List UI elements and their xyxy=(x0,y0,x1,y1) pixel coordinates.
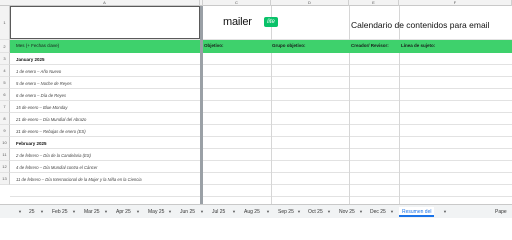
row-number[interactable]: 5 xyxy=(0,77,10,89)
tab-dropdown-icon[interactable]: ▼ xyxy=(390,207,394,217)
tab-dropdown-icon[interactable]: ▼ xyxy=(104,207,108,217)
tab-dropdown-icon[interactable]: ▼ xyxy=(359,207,363,217)
key-date: 31 de enero – Rebajas de enero (ES) xyxy=(16,129,86,134)
tab-dropdown-icon[interactable]: ▼ xyxy=(297,207,301,217)
header-cell-target-group: Grupo objetivo: xyxy=(272,43,306,48)
table-row[interactable] xyxy=(10,137,512,149)
table-row[interactable] xyxy=(10,101,512,113)
header-cell-month: Mes (+ Fechas clave) xyxy=(16,43,60,48)
tab-dropdown-icon[interactable]: ▼ xyxy=(40,207,44,217)
key-date: 5 de enero – Noche de Reyes xyxy=(16,81,72,86)
table-row[interactable] xyxy=(10,65,512,77)
tab-dropdown-icon[interactable]: ▼ xyxy=(327,207,331,217)
column-divider xyxy=(349,6,350,204)
key-date: 2 de febrero – Día de la Candelaria (ES) xyxy=(16,153,91,158)
mailerlite-logo: mailer xyxy=(223,16,252,28)
key-date: 21 de enero – Día Mundial del Abrazo xyxy=(16,117,87,122)
row-number[interactable]: 7 xyxy=(0,101,10,113)
sheet-tab[interactable]: Nov 25 xyxy=(339,207,355,217)
row-number[interactable]: 4 xyxy=(0,65,10,77)
tab-dropdown-icon[interactable]: ▼ xyxy=(232,207,236,217)
row-number[interactable]: 6 xyxy=(0,89,10,101)
row-number[interactable]: 13 xyxy=(0,173,10,185)
header-row[interactable]: Mes (+ Fechas clave) Objetivo: Grupo obj… xyxy=(10,40,512,53)
key-date: 1 de enero – Año Nuevo xyxy=(16,69,62,74)
month-heading: February 2025 xyxy=(16,141,47,146)
row-number[interactable]: 3 xyxy=(0,53,10,65)
header-cell-subject-line: Línea de sujeto: xyxy=(401,43,436,48)
sheet-tab[interactable]: Mar 25 xyxy=(84,207,100,217)
mailerlite-logo-badge: lite xyxy=(264,17,278,27)
key-date: 4 de febrero – Día Mundial contra el Cán… xyxy=(16,165,98,170)
month-heading: January 2025 xyxy=(16,57,45,62)
sheet-tab[interactable]: Jul 25 xyxy=(212,207,225,217)
sheet-tab[interactable]: Aug 25 xyxy=(244,207,260,217)
title-cell[interactable] xyxy=(10,6,200,39)
sheet-tab[interactable]: 25 xyxy=(29,207,35,217)
tab-dropdown-icon[interactable]: ▼ xyxy=(18,207,22,217)
tab-dropdown-icon[interactable]: ▼ xyxy=(266,207,270,217)
sheet-tab[interactable]: Oct 25 xyxy=(308,207,323,217)
row-number[interactable]: 8 xyxy=(0,113,10,125)
tab-dropdown-icon[interactable]: ▼ xyxy=(200,207,204,217)
row-number[interactable]: 2 xyxy=(0,40,10,53)
row-number[interactable]: 1 xyxy=(0,6,10,40)
row-number[interactable]: 9 xyxy=(0,125,10,137)
header-cell-creator: Creador/ Revisor: xyxy=(351,43,389,48)
key-date: 15 de enero – Blue Monday xyxy=(16,105,68,110)
sheet-tab[interactable]: Feb 25 xyxy=(52,207,68,217)
sheet-tab[interactable]: Dec 25 xyxy=(370,207,386,217)
cell-area[interactable]: mailer lite Calendario de contenidos par… xyxy=(10,6,512,204)
sheet-tab-active[interactable]: Resumen del xyxy=(399,207,435,217)
column-divider xyxy=(399,6,400,204)
table-row[interactable] xyxy=(10,77,512,89)
tab-dropdown-icon[interactable]: ▼ xyxy=(136,207,140,217)
spreadsheet-grid: A C D E F 1 2 3 4 5 6 7 8 9 10 11 12 13 xyxy=(0,0,512,204)
tab-dropdown-icon[interactable]: ▼ xyxy=(72,207,76,217)
sheet-tab[interactable]: May 25 xyxy=(148,207,164,217)
row-number[interactable]: 10 xyxy=(0,137,10,149)
tab-dropdown-icon[interactable]: ▼ xyxy=(443,207,447,217)
sheet-tab[interactable]: Apr 25 xyxy=(116,207,131,217)
sheet-tab[interactable]: Jun 25 xyxy=(180,207,195,217)
key-date: 11 de febrero – Día Internacional de la … xyxy=(16,177,142,182)
table-row[interactable] xyxy=(10,185,512,197)
sheet-tab[interactable]: Pape xyxy=(495,207,507,217)
frozen-column-divider[interactable] xyxy=(200,6,203,204)
page-title: Calendario de contenidos para email xyxy=(351,20,490,30)
header-cell-objective: Objetivo: xyxy=(204,43,224,48)
table-row[interactable] xyxy=(10,53,512,65)
row-number[interactable]: 11 xyxy=(0,149,10,161)
tab-dropdown-icon[interactable]: ▼ xyxy=(168,207,172,217)
table-row[interactable] xyxy=(10,89,512,101)
column-divider xyxy=(271,6,272,204)
row-number[interactable]: 12 xyxy=(0,161,10,173)
sheet-tab[interactable]: Sep 25 xyxy=(278,207,294,217)
sheet-tab-bar: ▼ 25 ▼ Feb 25 ▼ Mar 25 ▼ Apr 25 ▼ May 25… xyxy=(0,204,512,218)
key-date: 6 de enero – Día de Reyes xyxy=(16,93,67,98)
